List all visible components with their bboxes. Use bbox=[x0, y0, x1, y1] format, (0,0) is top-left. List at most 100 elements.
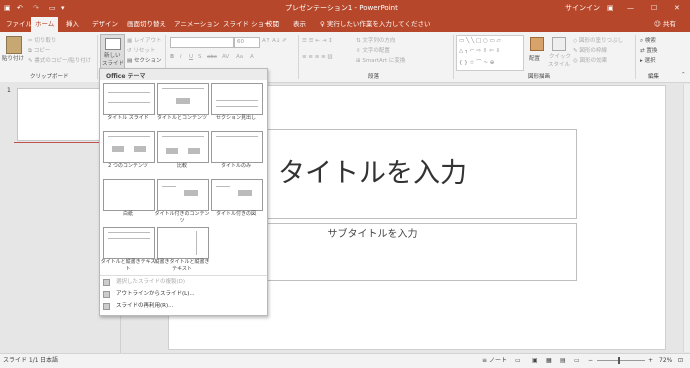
arrange-button[interactable]: 配置 bbox=[529, 54, 540, 62]
font-color-button[interactable]: A bbox=[250, 54, 254, 60]
layout-content-icon bbox=[176, 98, 190, 104]
arrange-icon[interactable] bbox=[530, 37, 544, 51]
layout-title-content[interactable] bbox=[157, 83, 209, 115]
layout-title-only[interactable] bbox=[211, 131, 263, 163]
thumbnail-number: 1 bbox=[7, 87, 11, 94]
paste-icon[interactable] bbox=[6, 36, 22, 54]
shape-effects-button[interactable]: ◎ 図形の効果 bbox=[573, 56, 607, 64]
grow-font-icon[interactable]: A↑ A↓ ✐ bbox=[262, 38, 287, 44]
comments-button[interactable]: ▭ bbox=[515, 354, 521, 368]
slides-from-outline-menu-item[interactable]: アウトラインからスライド(L)... bbox=[100, 289, 267, 300]
font-name-box[interactable] bbox=[170, 37, 234, 48]
quick-styles-label[interactable]: クイック bbox=[549, 52, 571, 60]
slide-sorter-icon[interactable]: ▦ bbox=[546, 354, 552, 368]
qat-customize-icon[interactable]: ▾ bbox=[61, 0, 65, 17]
layout-line bbox=[216, 136, 258, 137]
layout-two-content[interactable] bbox=[103, 131, 155, 163]
tab-home[interactable]: ホーム bbox=[31, 17, 59, 32]
layout-title-vertical-text[interactable] bbox=[103, 227, 155, 259]
section-button[interactable]: ▤ セクション bbox=[127, 56, 161, 64]
cut-button[interactable]: ✂ 切り取り bbox=[28, 36, 56, 44]
new-slide-label-2: スライド bbox=[102, 61, 125, 67]
tellme-box[interactable]: ♀ 実行したい作業を入力してください bbox=[316, 17, 434, 32]
zoom-level[interactable]: 72% bbox=[659, 354, 672, 368]
tab-view[interactable]: 表示 bbox=[289, 17, 310, 32]
shape-fill-button[interactable]: ◇ 図形の塗りつぶし bbox=[573, 36, 623, 44]
shadow-button[interactable]: S bbox=[198, 54, 202, 60]
layout-line bbox=[216, 186, 230, 187]
strikethrough-button[interactable]: abc bbox=[207, 54, 217, 60]
italic-button[interactable]: I bbox=[180, 54, 182, 60]
select-button[interactable]: ▸ 選択 bbox=[640, 56, 656, 64]
layout-blank[interactable] bbox=[103, 179, 155, 211]
start-from-beginning-icon[interactable]: ▭ bbox=[49, 0, 56, 17]
bullets-button[interactable]: ☰ ☰ ⇤ ⇥ ↕ bbox=[302, 38, 333, 44]
find-button[interactable]: ⌕ 検索 bbox=[640, 36, 656, 45]
format-painter-button[interactable]: ✎ 書式のコピー/貼り付け bbox=[28, 56, 91, 64]
fit-slide-icon[interactable]: ⊡ bbox=[678, 354, 683, 368]
ribbon-display-options-icon[interactable]: ▣ bbox=[607, 0, 614, 17]
save-icon[interactable]: ▣ bbox=[4, 0, 11, 17]
maximize-icon[interactable]: ☐ bbox=[651, 0, 657, 17]
layout-title-slide[interactable] bbox=[103, 83, 155, 115]
bold-button[interactable]: B bbox=[170, 54, 174, 60]
layout-button[interactable]: ▦ レイアウト bbox=[127, 36, 161, 44]
normal-view-icon[interactable]: ▣ bbox=[532, 354, 538, 368]
layout-section-header[interactable] bbox=[211, 83, 263, 115]
shape-outline-button[interactable]: ✎ 図形の枠線 bbox=[573, 46, 607, 54]
layout-content-icon bbox=[166, 148, 178, 154]
tab-transitions[interactable]: 画面切り替え bbox=[123, 17, 170, 32]
ribbon-tabs: ファイル ホーム 挿入 デザイン 画面切り替え アニメーション スライド ショー… bbox=[0, 17, 690, 32]
shapes-gallery[interactable]: ▭ ╲ ╲ □ ○ ▭ ▱ △ ┐ ⌐ ⇨ ⇧ ⇦ ⇩ { } ☆ ⌒ ~ ⊕ bbox=[456, 35, 524, 71]
underline-button[interactable]: U bbox=[189, 54, 193, 60]
layout-comparison[interactable] bbox=[157, 131, 209, 163]
layout-label: タイトル スライド bbox=[107, 115, 149, 121]
layout-content-with-caption[interactable] bbox=[157, 179, 209, 211]
quick-styles-icon[interactable] bbox=[552, 37, 566, 51]
quick-styles-label-2: スタイル bbox=[548, 62, 571, 68]
copy-button[interactable]: ⧉ コピー bbox=[28, 46, 50, 55]
text-direction-button[interactable]: ⇅ 文字列の方向 bbox=[356, 36, 395, 44]
redo-icon[interactable]: ↷ bbox=[33, 0, 39, 17]
paste-button[interactable]: 貼り付け bbox=[2, 54, 24, 62]
signin-link[interactable]: サインイン bbox=[565, 0, 600, 17]
smartart-button[interactable]: ⊞ SmartArt に変換 bbox=[356, 56, 405, 64]
change-case-button[interactable]: Aa bbox=[236, 54, 243, 60]
replace-button[interactable]: ⇄ 置換 bbox=[640, 46, 657, 54]
vertical-scrollbar[interactable] bbox=[683, 84, 690, 352]
zoom-slider[interactable] bbox=[597, 360, 645, 361]
collapse-ribbon-icon[interactable]: ⌃ bbox=[681, 72, 686, 78]
tab-review[interactable]: 校閲 bbox=[262, 17, 283, 32]
zoom-out-icon[interactable]: − bbox=[588, 354, 593, 368]
font-size-box[interactable]: 60 bbox=[234, 37, 260, 48]
minimize-icon[interactable]: — bbox=[627, 0, 634, 17]
layout-line bbox=[162, 136, 204, 137]
slideshow-icon[interactable]: ▭ bbox=[574, 354, 580, 368]
tab-animations[interactable]: アニメーション bbox=[170, 17, 223, 32]
drawing-group-label: 図形描画 bbox=[528, 74, 551, 80]
share-button[interactable]: ☺ 共有 bbox=[650, 17, 680, 32]
layout-line bbox=[162, 88, 204, 89]
spacing-button[interactable]: AV bbox=[222, 54, 229, 60]
align-text-button[interactable]: ⇳ 文字の配置 bbox=[356, 46, 390, 54]
zoom-slider-thumb[interactable] bbox=[618, 357, 620, 364]
reading-view-icon[interactable]: ▤ bbox=[560, 354, 566, 368]
tab-insert[interactable]: 挿入 bbox=[62, 17, 83, 32]
tab-design[interactable]: デザイン bbox=[88, 17, 122, 32]
undo-icon[interactable]: ↶ bbox=[17, 0, 23, 17]
new-slide-button[interactable]: 新しい スライド bbox=[100, 34, 125, 72]
editing-group-label: 編集 bbox=[648, 74, 660, 80]
layout-line bbox=[162, 186, 176, 187]
gallery-divider bbox=[100, 275, 267, 276]
layout-label: タイトルのみ bbox=[220, 163, 251, 169]
zoom-in-icon[interactable]: + bbox=[648, 354, 653, 368]
layout-picture-with-caption[interactable] bbox=[211, 179, 263, 211]
notes-button[interactable]: ≡ ノート bbox=[482, 354, 507, 368]
language-indicator[interactable]: 日本語 bbox=[40, 354, 58, 368]
reuse-slides-menu-item[interactable]: スライドの再利用(R)... bbox=[100, 301, 267, 312]
layout-vertical-title-text[interactable] bbox=[157, 227, 209, 259]
duplicate-slide-menu-item[interactable]: 選択したスライドの複製(D) bbox=[100, 277, 267, 288]
align-buttons[interactable]: ≡ ≡ ≡ ≡ ▥ bbox=[302, 54, 333, 60]
reset-button[interactable]: ↺ リセット bbox=[127, 46, 155, 54]
close-icon[interactable]: ✕ bbox=[674, 0, 680, 17]
